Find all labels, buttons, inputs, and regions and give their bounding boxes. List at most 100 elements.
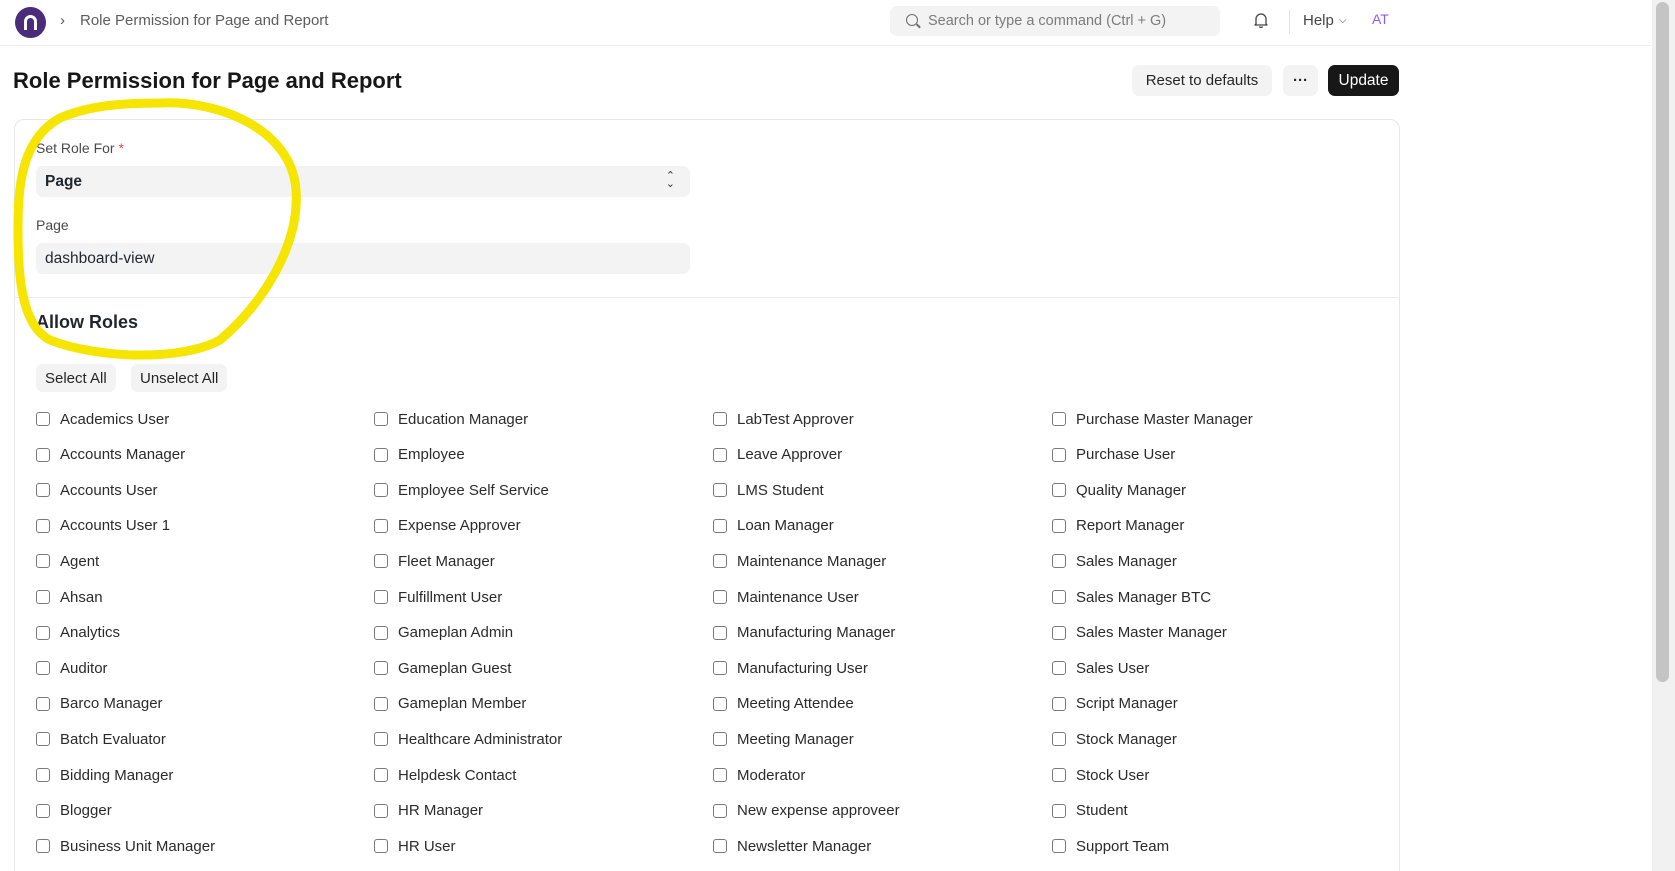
chevron-down-icon[interactable]: ⌵ [1339,15,1347,26]
role-checkbox-row[interactable]: Sales Master Manager [1052,623,1227,643]
role-checkbox[interactable] [36,483,50,498]
role-checkbox-row[interactable]: Gameplan Admin [374,623,513,643]
role-checkbox[interactable] [36,696,50,711]
role-checkbox[interactable] [713,696,727,711]
role-checkbox[interactable] [374,625,388,640]
role-checkbox[interactable] [1052,661,1066,676]
role-checkbox-row[interactable]: Moderator [713,765,805,785]
role-checkbox-row[interactable]: Manufacturing User [713,658,868,678]
role-checkbox[interactable] [1052,554,1066,569]
role-checkbox[interactable] [713,483,727,498]
role-checkbox[interactable] [36,412,50,426]
role-checkbox-row[interactable]: Gameplan Guest [374,658,511,678]
role-checkbox-row[interactable]: Stock User [1052,765,1149,785]
role-checkbox-row[interactable]: Auditor [36,658,108,678]
role-checkbox-row[interactable]: Maintenance User [713,587,859,607]
role-checkbox-row[interactable]: Quality Manager [1052,480,1186,500]
role-checkbox[interactable] [36,554,50,569]
role-checkbox[interactable] [36,839,50,854]
role-checkbox[interactable] [374,768,388,782]
role-checkbox-row[interactable]: HR Manager [374,801,483,821]
role-checkbox[interactable] [1052,732,1066,747]
role-checkbox-row[interactable]: Analytics [36,623,120,643]
reset-to-defaults-button[interactable]: Reset to defaults [1132,65,1272,96]
role-checkbox-row[interactable]: Support Team [1052,836,1169,856]
role-checkbox[interactable] [1052,483,1066,498]
update-button[interactable]: Update [1328,65,1399,96]
role-checkbox-row[interactable]: Sales Manager [1052,551,1177,571]
bell-icon[interactable] [1254,12,1268,28]
role-checkbox-row[interactable]: Fulfillment User [374,587,502,607]
role-checkbox[interactable] [713,412,727,426]
role-checkbox[interactable] [1052,768,1066,782]
role-checkbox[interactable] [713,625,727,640]
role-checkbox[interactable] [36,803,50,818]
role-checkbox[interactable] [1052,412,1066,426]
scrollbar-thumb[interactable] [1656,2,1669,682]
role-checkbox[interactable] [713,839,727,854]
role-checkbox-row[interactable]: Sales Manager BTC [1052,587,1211,607]
role-checkbox[interactable] [374,661,388,676]
role-checkbox[interactable] [36,590,50,604]
role-checkbox-row[interactable]: Accounts Manager [36,445,185,465]
role-checkbox-row[interactable]: Academics User [36,409,169,429]
role-checkbox-row[interactable]: HR User [374,836,456,856]
role-checkbox[interactable] [1052,839,1066,854]
role-checkbox[interactable] [374,518,388,533]
role-checkbox-row[interactable]: Maintenance Manager [713,551,886,571]
role-checkbox-row[interactable]: Accounts User 1 [36,516,170,536]
role-checkbox-row[interactable]: Script Manager [1052,694,1178,714]
role-checkbox-row[interactable]: Healthcare Administrator [374,729,562,749]
role-checkbox[interactable] [374,412,388,426]
role-checkbox[interactable] [713,732,727,747]
role-checkbox[interactable] [36,447,50,462]
role-checkbox[interactable] [36,518,50,533]
role-checkbox[interactable] [713,768,727,782]
role-checkbox-row[interactable]: Bidding Manager [36,765,173,785]
role-checkbox-row[interactable]: Blogger [36,801,112,821]
role-checkbox-row[interactable]: Student [1052,801,1128,821]
role-checkbox-row[interactable]: Expense Approver [374,516,521,536]
role-checkbox-row[interactable]: Ahsan [36,587,103,607]
role-checkbox[interactable] [713,518,727,533]
role-checkbox-row[interactable]: Meeting Manager [713,729,854,749]
role-checkbox-row[interactable]: Leave Approver [713,445,842,465]
unselect-all-button[interactable]: Unselect All [131,364,228,392]
role-checkbox[interactable] [374,803,388,818]
role-checkbox-row[interactable]: Sales User [1052,658,1149,678]
role-checkbox-row[interactable]: Employee Self Service [374,480,549,500]
role-checkbox-row[interactable]: Fleet Manager [374,551,495,571]
page-input[interactable]: dashboard-view [36,243,690,274]
role-checkbox-row[interactable]: Helpdesk Contact [374,765,516,785]
role-checkbox[interactable] [374,732,388,747]
role-checkbox[interactable] [713,554,727,569]
role-checkbox[interactable] [1052,696,1066,711]
role-checkbox-row[interactable]: Agent [36,551,99,571]
role-checkbox-row[interactable]: Manufacturing Manager [713,623,895,643]
role-checkbox-row[interactable]: Accounts User [36,480,158,500]
app-logo-icon[interactable] [15,7,46,38]
role-checkbox-row[interactable]: Employee [374,445,465,465]
role-checkbox[interactable] [374,483,388,498]
avatar[interactable]: AT [1372,11,1389,27]
role-checkbox[interactable] [1052,625,1066,640]
role-checkbox-row[interactable]: New expense approveer [713,801,900,821]
role-checkbox-row[interactable]: Gameplan Member [374,694,526,714]
role-checkbox[interactable] [374,590,388,604]
role-checkbox[interactable] [36,661,50,676]
role-checkbox[interactable] [374,696,388,711]
role-checkbox[interactable] [374,839,388,854]
role-checkbox-row[interactable]: Loan Manager [713,516,834,536]
role-checkbox[interactable] [1052,590,1066,604]
role-checkbox[interactable] [1052,518,1066,533]
more-actions-button[interactable]: ··· [1283,65,1318,96]
role-checkbox-row[interactable]: Meeting Attendee [713,694,854,714]
role-checkbox[interactable] [713,803,727,818]
role-checkbox[interactable] [713,661,727,676]
role-checkbox-row[interactable]: Report Manager [1052,516,1184,536]
search-bar[interactable]: Search or type a command (Ctrl + G) [890,6,1220,36]
role-checkbox[interactable] [36,732,50,747]
role-checkbox-row[interactable]: Newsletter Manager [713,836,871,856]
help-menu[interactable]: Help [1303,12,1334,29]
role-checkbox[interactable] [374,554,388,569]
